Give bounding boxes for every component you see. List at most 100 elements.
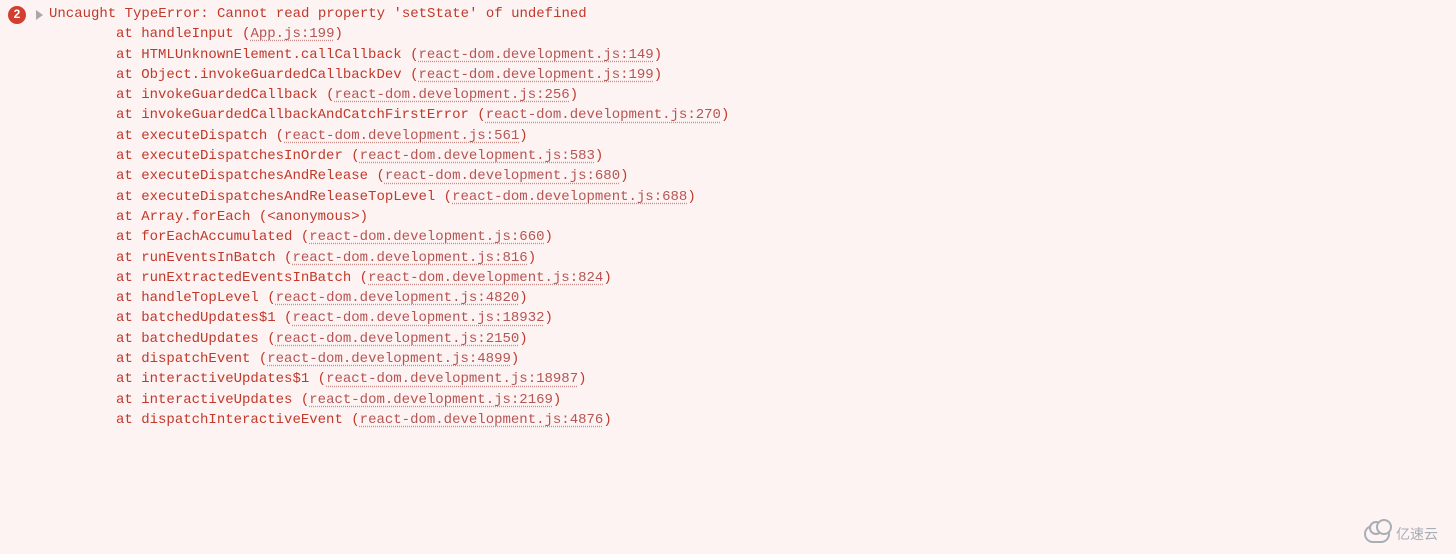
paren-close: ): [620, 168, 628, 184]
at-label: at: [116, 229, 141, 245]
stack-frame: at handleTopLevel (react-dom.development…: [116, 288, 1448, 308]
frame-source-link[interactable]: react-dom.development.js:270: [486, 107, 721, 123]
frame-function: invokeGuardedCallback: [141, 87, 326, 103]
at-label: at: [116, 290, 141, 306]
frame-source-link[interactable]: react-dom.development.js:688: [452, 189, 687, 205]
frame-function: batchedUpdates$1: [141, 310, 284, 326]
paren-close: ): [334, 26, 342, 42]
frame-function: runEventsInBatch: [141, 250, 284, 266]
frame-function: handleTopLevel: [141, 290, 267, 306]
watermark-text: 亿速云: [1396, 524, 1438, 544]
stack-frame: at runExtractedEventsInBatch (react-dom.…: [116, 268, 1448, 288]
paren-close: ): [603, 270, 611, 286]
frame-function: interactiveUpdates: [141, 392, 301, 408]
paren-close: ): [603, 412, 611, 428]
frame-source-link[interactable]: react-dom.development.js:2169: [309, 392, 553, 408]
paren-open: (: [477, 107, 485, 123]
watermark: 亿速云: [1364, 524, 1438, 544]
stack-frame: at HTMLUnknownElement.callCallback (reac…: [116, 45, 1448, 65]
stack-frame: at executeDispatchesAndReleaseTopLevel (…: [116, 187, 1448, 207]
console-error-entry: 2 Uncaught TypeError: Cannot read proper…: [8, 4, 1448, 24]
at-label: at: [116, 250, 141, 266]
frame-source-link[interactable]: react-dom.development.js:583: [360, 148, 595, 164]
at-label: at: [116, 310, 141, 326]
at-label: at: [116, 351, 141, 367]
at-label: at: [116, 371, 141, 387]
frame-source-link[interactable]: react-dom.development.js:256: [334, 87, 569, 103]
stack-frame: at Array.forEach (<anonymous>): [116, 207, 1448, 227]
frame-source-link[interactable]: react-dom.development.js:4820: [276, 290, 520, 306]
frame-source-link[interactable]: react-dom.development.js:149: [418, 47, 653, 63]
frame-function: invokeGuardedCallbackAndCatchFirstError: [141, 107, 477, 123]
paren-close: ): [570, 87, 578, 103]
frame-source-link[interactable]: react-dom.development.js:18987: [326, 371, 578, 387]
paren-close: ): [553, 392, 561, 408]
frame-source-link[interactable]: react-dom.development.js:4876: [360, 412, 604, 428]
frame-source-link[interactable]: react-dom.development.js:561: [284, 128, 519, 144]
paren-close: ): [545, 310, 553, 326]
paren-close: ): [654, 47, 662, 63]
frame-source-anonymous: <anonymous>: [267, 209, 359, 225]
frame-function: runExtractedEventsInBatch: [141, 270, 359, 286]
at-label: at: [116, 26, 141, 42]
paren-open: (: [318, 371, 326, 387]
paren-open: (: [360, 270, 368, 286]
paren-open: (: [376, 168, 384, 184]
stack-frame: at executeDispatchesAndRelease (react-do…: [116, 166, 1448, 186]
paren-open: (: [267, 290, 275, 306]
cloud-icon: [1364, 525, 1390, 543]
frame-function: Array.forEach: [141, 209, 259, 225]
stack-frame: at interactiveUpdates (react-dom.develop…: [116, 390, 1448, 410]
frame-function: executeDispatchesAndReleaseTopLevel: [141, 189, 443, 205]
frame-source-link[interactable]: react-dom.development.js:18932: [292, 310, 544, 326]
stack-frame: at batchedUpdates$1 (react-dom.developme…: [116, 308, 1448, 328]
stack-frame: at handleInput (App.js:199): [116, 24, 1448, 44]
frame-source-link[interactable]: react-dom.development.js:824: [368, 270, 603, 286]
frame-source-link[interactable]: react-dom.development.js:4899: [267, 351, 511, 367]
at-label: at: [116, 189, 141, 205]
paren-open: (: [301, 229, 309, 245]
paren-open: (: [351, 148, 359, 164]
stack-frame: at invokeGuardedCallbackAndCatchFirstErr…: [116, 105, 1448, 125]
paren-close: ): [721, 107, 729, 123]
at-label: at: [116, 67, 141, 83]
at-label: at: [116, 392, 141, 408]
stack-frame: at Object.invokeGuardedCallbackDev (reac…: [116, 65, 1448, 85]
frame-function: dispatchInteractiveEvent: [141, 412, 351, 428]
paren-open: (: [276, 128, 284, 144]
paren-open: (: [259, 209, 267, 225]
frame-source-link[interactable]: react-dom.development.js:2150: [276, 331, 520, 347]
error-message: Uncaught TypeError: Cannot read property…: [49, 4, 587, 24]
frame-source-link[interactable]: react-dom.development.js:816: [292, 250, 527, 266]
paren-close: ): [654, 67, 662, 83]
paren-close: ): [519, 128, 527, 144]
paren-close: ): [545, 229, 553, 245]
frame-source-link[interactable]: react-dom.development.js:680: [385, 168, 620, 184]
at-label: at: [116, 331, 141, 347]
frame-source-link[interactable]: App.js:199: [250, 26, 334, 42]
paren-open: (: [351, 412, 359, 428]
stack-frame: at executeDispatch (react-dom.developmen…: [116, 126, 1448, 146]
frame-function: handleInput: [141, 26, 242, 42]
paren-close: ): [687, 189, 695, 205]
paren-open: (: [259, 351, 267, 367]
paren-close: ): [360, 209, 368, 225]
at-label: at: [116, 412, 141, 428]
at-label: at: [116, 107, 141, 123]
paren-open: (: [444, 189, 452, 205]
error-count-badge: 2: [8, 6, 26, 24]
stack-frame: at interactiveUpdates$1 (react-dom.devel…: [116, 369, 1448, 389]
stack-frame: at forEachAccumulated (react-dom.develop…: [116, 227, 1448, 247]
at-label: at: [116, 47, 141, 63]
paren-close: ): [519, 331, 527, 347]
frame-source-link[interactable]: react-dom.development.js:660: [309, 229, 544, 245]
frame-function: executeDispatchesAndRelease: [141, 168, 376, 184]
paren-open: (: [301, 392, 309, 408]
frame-source-link[interactable]: react-dom.development.js:199: [418, 67, 653, 83]
paren-close: ): [578, 371, 586, 387]
at-label: at: [116, 168, 141, 184]
stack-frame: at dispatchInteractiveEvent (react-dom.d…: [116, 410, 1448, 430]
frame-function: forEachAccumulated: [141, 229, 301, 245]
paren-close: ): [519, 290, 527, 306]
expand-toggle-icon[interactable]: [36, 10, 43, 20]
